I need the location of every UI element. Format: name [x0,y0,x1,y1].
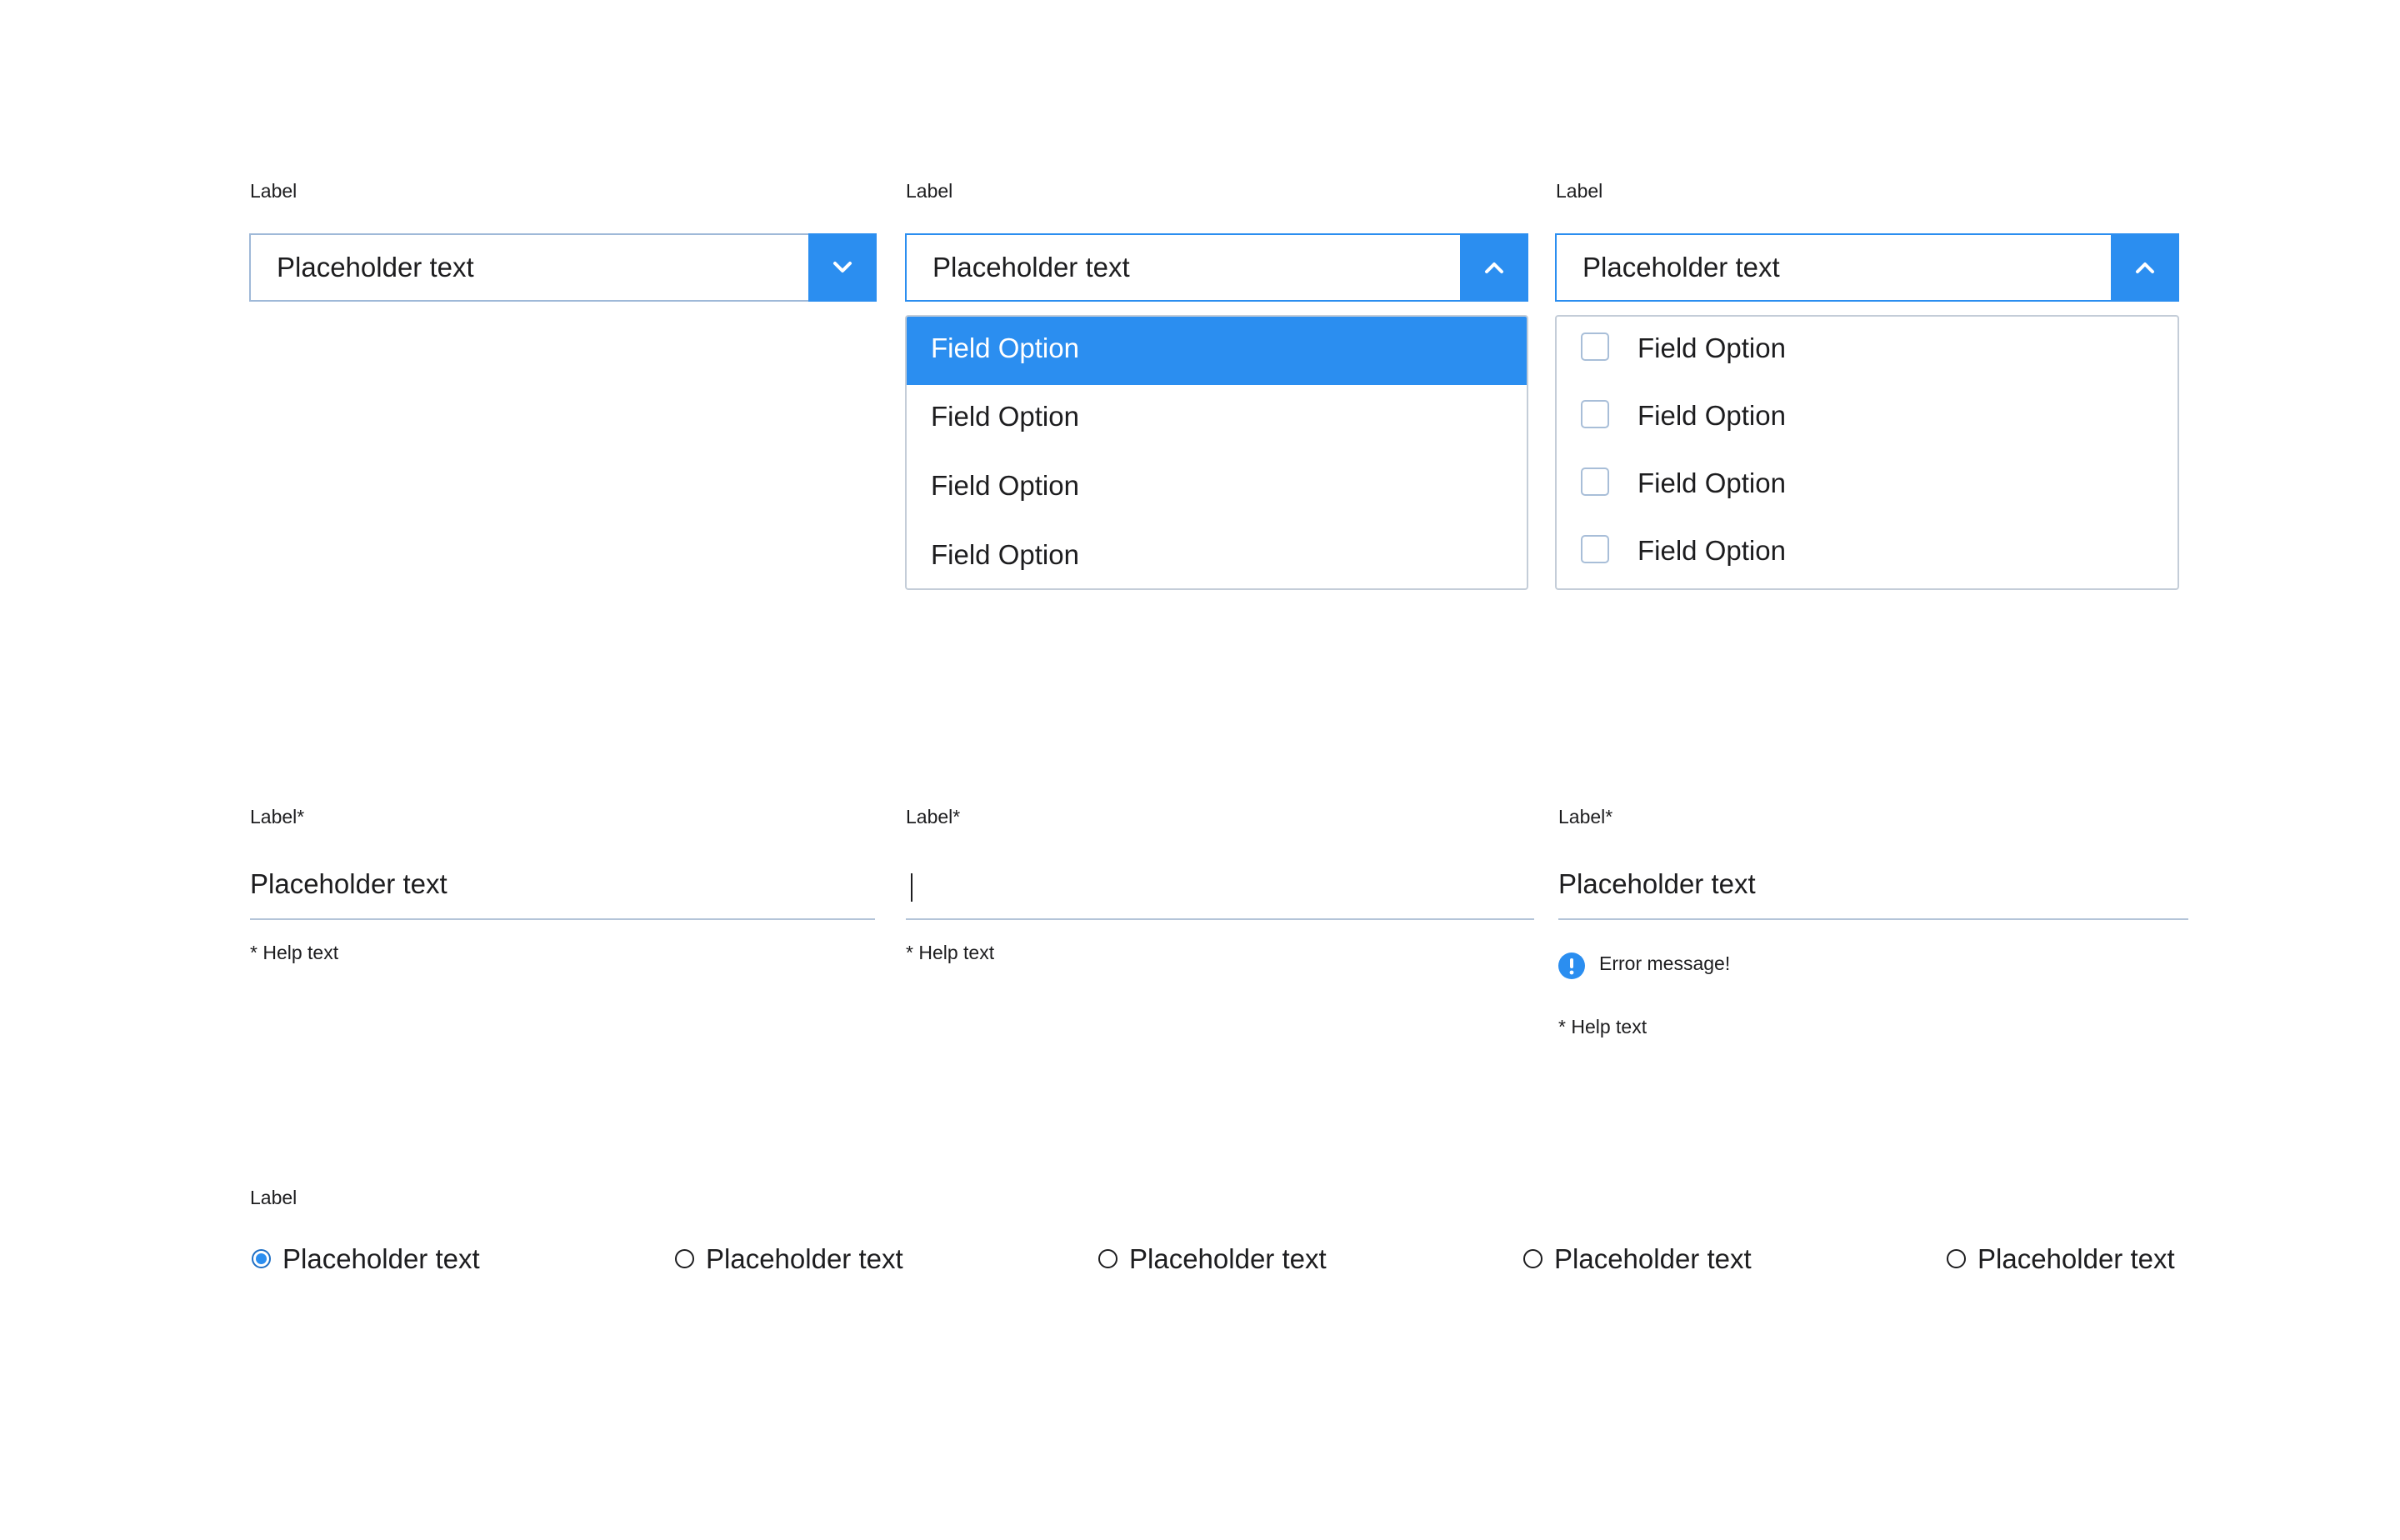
select-1-toggle-button[interactable] [808,233,877,302]
select-2[interactable]: Placeholder text [905,233,1528,302]
select-2-label: Label [906,180,953,202]
checkbox-option[interactable]: Field Option [1557,317,2178,385]
help-text: * Help text [250,942,339,963]
dropdown-option-selected[interactable]: Field Option [907,317,1527,385]
select-1[interactable]: Placeholder text [249,233,877,302]
select-1-label: Label [250,180,298,202]
help-text: * Help text [906,942,995,963]
text-cursor [911,873,912,902]
checkbox-option[interactable]: Field Option [1557,452,2178,520]
checkbox-option-label: Field Option [1638,400,1786,431]
radio-option-label: Placeholder text [1978,1243,2175,1274]
text-input-3[interactable]: Placeholder text [1558,865,2188,920]
radio-option-label: Placeholder text [282,1243,480,1274]
radio-option-label: Placeholder text [1129,1243,1327,1274]
select-3-dropdown: Field Option Field Option Field Option F… [1555,315,2179,590]
select-2-toggle-button[interactable] [1460,233,1528,302]
chevron-up-icon [1485,262,1503,273]
checkbox[interactable] [1581,468,1609,496]
select-3[interactable]: Placeholder text [1555,233,2179,302]
exclamation-icon [1558,952,1585,979]
select-2-value: Placeholder text [932,252,1130,282]
checkbox-option[interactable]: Field Option [1557,519,2178,588]
select-3-value: Placeholder text [1582,252,1780,282]
radio-option-label: Placeholder text [1554,1243,1752,1274]
dropdown-option[interactable]: Field Option [907,385,1527,453]
error-message: Error message! [1599,952,1731,974]
dropdown-option[interactable]: Field Option [907,523,1527,588]
radio-button[interactable] [1098,1249,1118,1268]
text-input-2[interactable] [906,865,1534,920]
checkbox[interactable] [1581,535,1609,563]
text-input-3-value: Placeholder text [1558,868,1756,899]
text-input-1-label: Label* [250,806,305,828]
radio-button[interactable] [1523,1249,1542,1268]
text-input-3-label: Label* [1558,806,1613,828]
radio-option-label: Placeholder text [706,1243,903,1274]
dropdown-option[interactable]: Field Option [907,454,1527,522]
radio-button[interactable] [675,1249,694,1268]
radio-group-label: Label [250,1187,298,1208]
text-input-2-label: Label* [906,806,961,828]
chevron-down-icon [833,262,852,272]
select-3-label: Label [1556,180,1603,202]
radio-button[interactable] [1947,1249,1966,1268]
checkbox-option-label: Field Option [1638,332,1786,363]
checkbox-option[interactable]: Field Option [1557,384,2178,452]
text-input-1[interactable]: Placeholder text [250,865,875,920]
checkbox[interactable] [1581,332,1609,361]
select-2-dropdown: Field Option Field Option Field Option F… [905,315,1528,590]
checkbox-option-label: Field Option [1638,535,1786,566]
checkbox-option-label: Field Option [1638,468,1786,498]
checkbox[interactable] [1581,400,1609,428]
radio-button-checked[interactable] [252,1249,271,1268]
select-3-toggle-button[interactable] [2111,233,2179,302]
chevron-up-icon [2136,262,2154,273]
select-1-value: Placeholder text [277,252,474,282]
help-text: * Help text [1558,1016,1648,1038]
text-input-1-value: Placeholder text [250,868,448,899]
